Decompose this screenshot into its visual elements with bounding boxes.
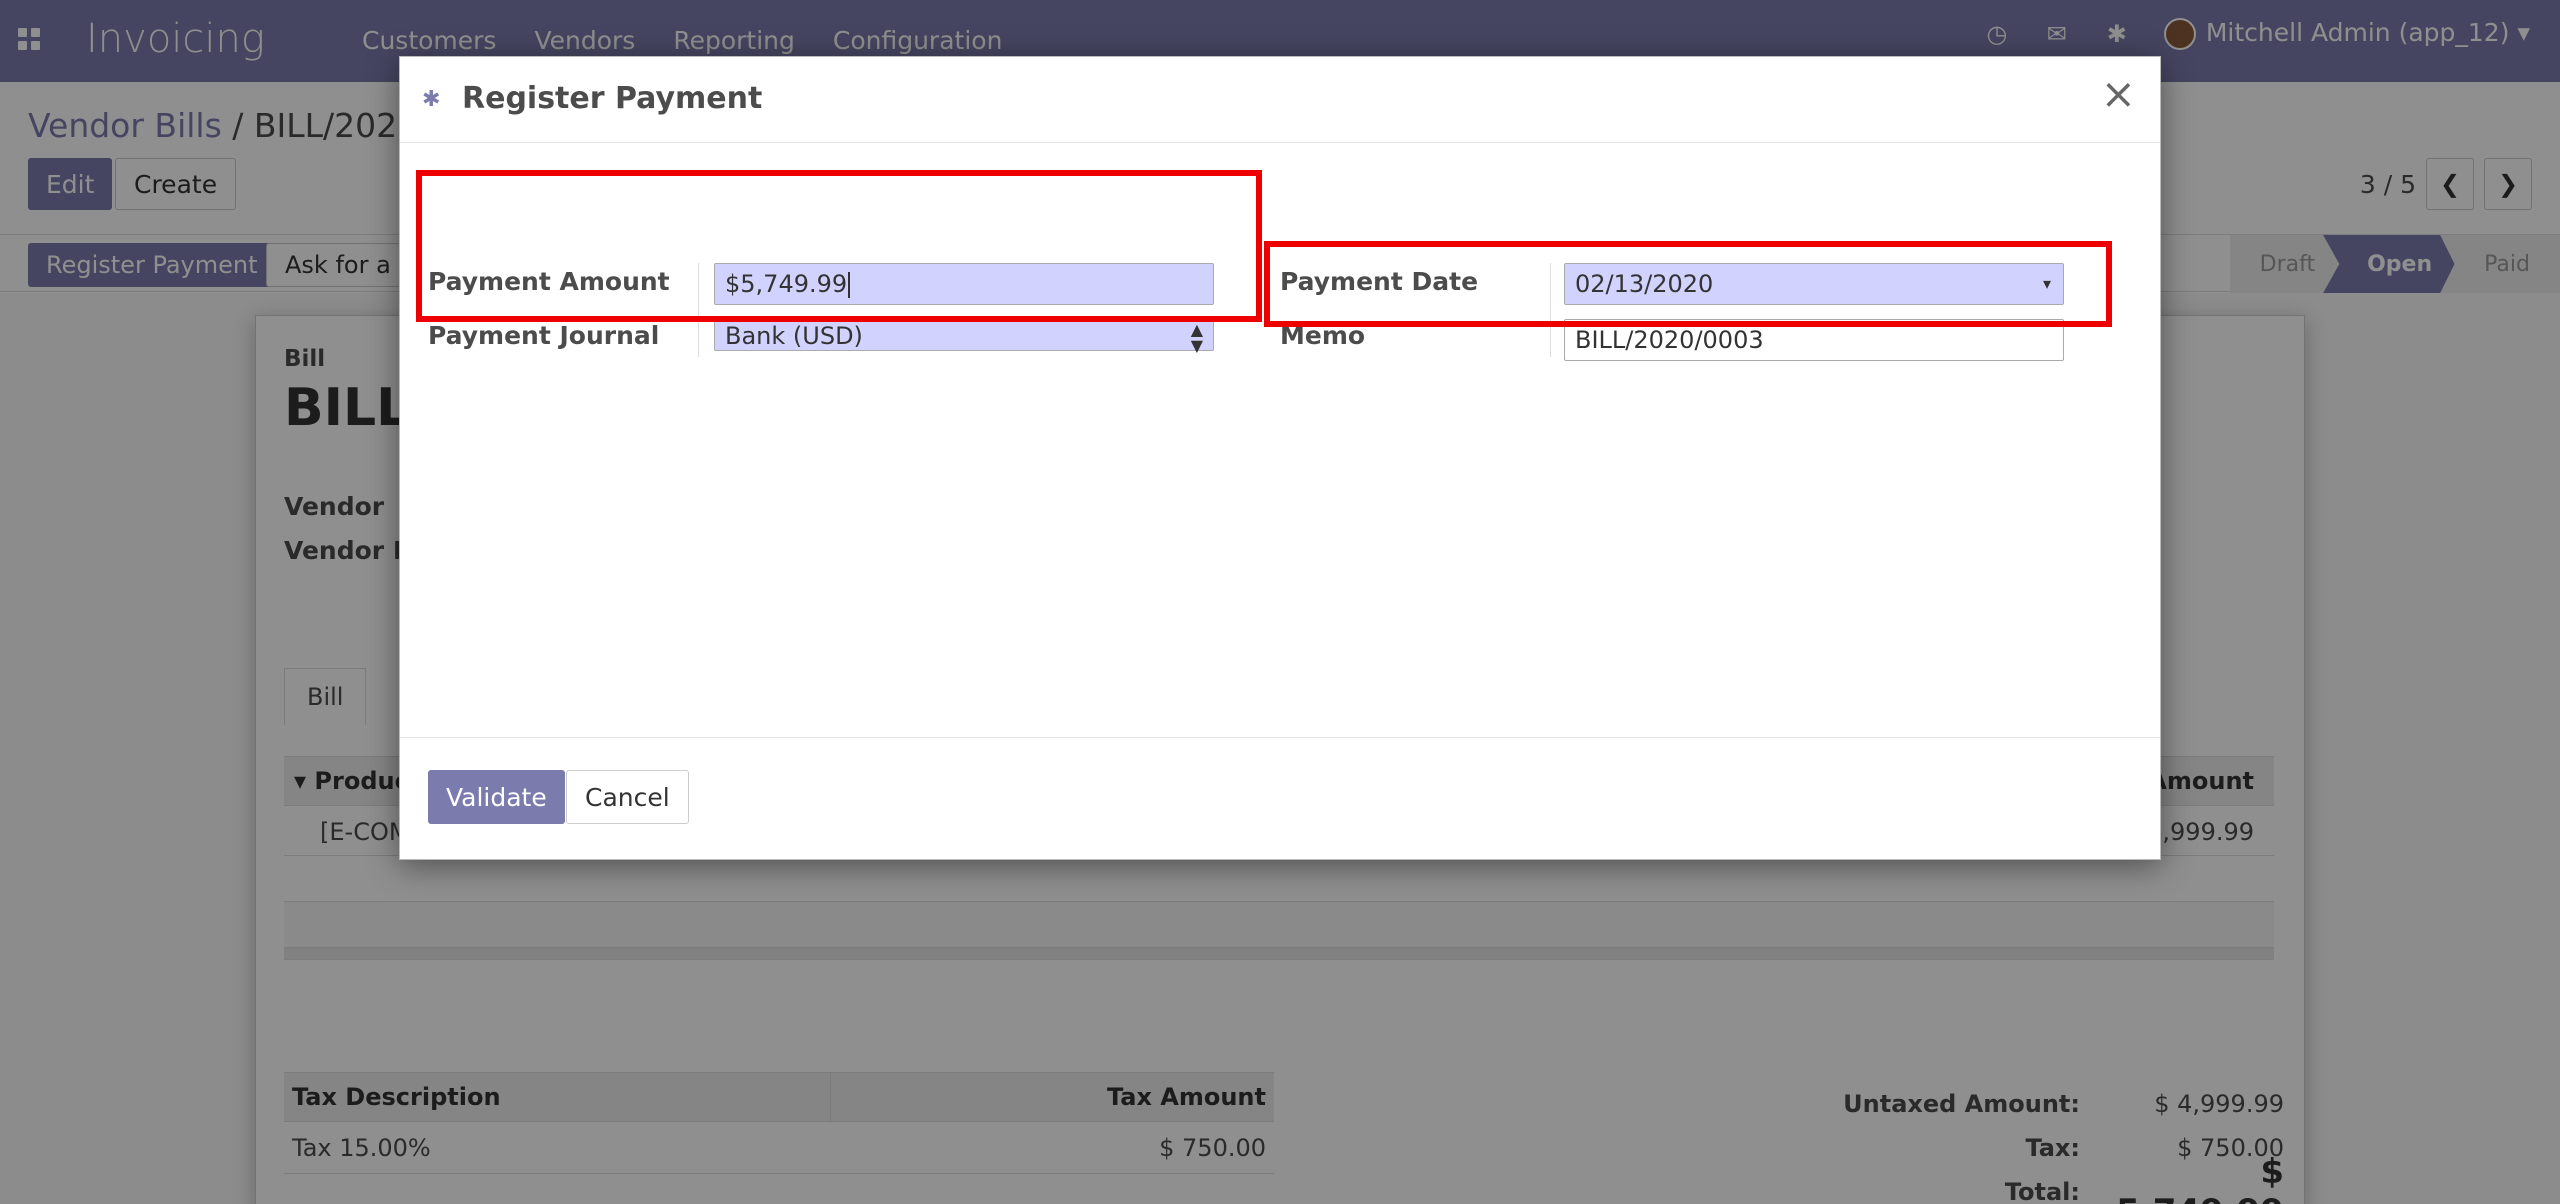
debug-bug-icon[interactable]: ✱ xyxy=(422,87,440,112)
validate-button[interactable]: Validate xyxy=(428,770,565,824)
select-arrows-icon: ▲ ▼ xyxy=(1190,320,1203,355)
dialog-title: Register Payment xyxy=(462,81,763,116)
highlight-box-amount-journal xyxy=(416,170,1262,322)
payment-journal-select[interactable]: Bank (USD) ▲ ▼ xyxy=(714,319,1214,355)
dialog-header: ✱ Register Payment × xyxy=(400,57,2160,143)
payment-journal-label: Payment Journal xyxy=(428,321,660,350)
cancel-button[interactable]: Cancel xyxy=(566,770,689,824)
payment-journal-value: Bank (USD) xyxy=(725,322,863,350)
dialog-footer: Validate Cancel xyxy=(400,737,2160,861)
highlight-box-memo xyxy=(1264,241,2112,327)
memo-value: BILL/2020/0003 xyxy=(1575,326,1764,354)
close-icon[interactable]: × xyxy=(2101,73,2136,115)
